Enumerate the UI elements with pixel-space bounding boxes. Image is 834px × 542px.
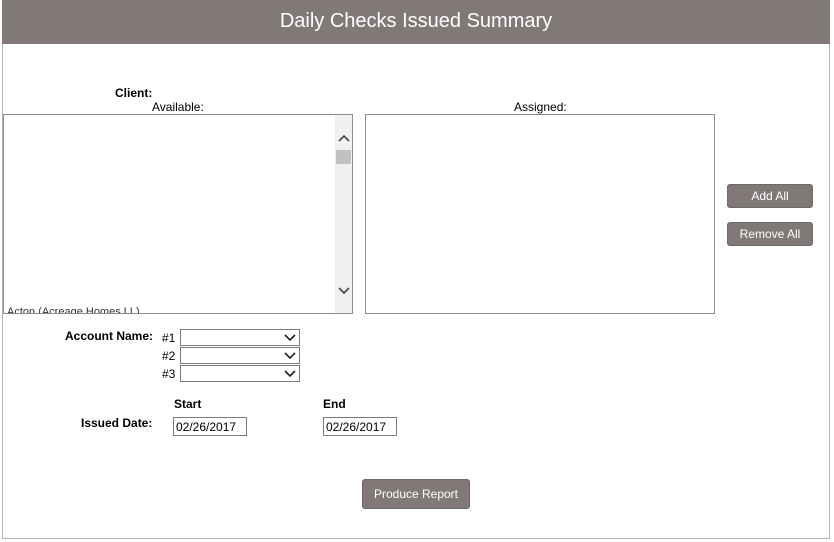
assigned-label: Assigned: bbox=[514, 100, 567, 114]
list-item[interactable]: Acton (Acreage Homes LL) bbox=[7, 306, 140, 313]
add-all-button[interactable]: Add All bbox=[727, 184, 813, 208]
produce-report-button[interactable]: Produce Report bbox=[362, 479, 470, 509]
client-label: Client: bbox=[115, 86, 153, 100]
available-clients-list[interactable]: Acton (Acreage Homes LL) bbox=[3, 114, 353, 314]
remove-all-button[interactable]: Remove All bbox=[727, 222, 813, 246]
account-name-label: Account Name: bbox=[65, 329, 154, 343]
page-title: Daily Checks Issued Summary bbox=[2, 0, 830, 44]
available-label: Available: bbox=[152, 100, 204, 114]
account-select-3-label: #3 bbox=[162, 367, 176, 381]
assigned-clients-list[interactable] bbox=[365, 114, 715, 314]
chevron-down-icon[interactable] bbox=[335, 282, 352, 299]
start-date-input[interactable] bbox=[173, 417, 247, 436]
chevron-up-icon[interactable] bbox=[335, 129, 352, 146]
available-list-scrollbar[interactable] bbox=[335, 115, 352, 313]
chevron-down-icon bbox=[283, 331, 297, 344]
end-date-input[interactable] bbox=[323, 417, 397, 436]
account-select-1-label: #1 bbox=[162, 331, 176, 345]
start-date-label: Start bbox=[174, 397, 202, 411]
chevron-down-icon bbox=[283, 349, 297, 362]
scroll-thumb[interactable] bbox=[336, 150, 351, 164]
account-select-1[interactable] bbox=[180, 329, 300, 346]
account-select-3[interactable] bbox=[180, 365, 300, 382]
account-select-2[interactable] bbox=[180, 347, 300, 364]
account-select-2-label: #2 bbox=[162, 349, 176, 363]
chevron-down-icon bbox=[283, 367, 297, 380]
issued-date-label: Issued Date: bbox=[81, 416, 153, 430]
end-date-label: End bbox=[323, 397, 346, 411]
